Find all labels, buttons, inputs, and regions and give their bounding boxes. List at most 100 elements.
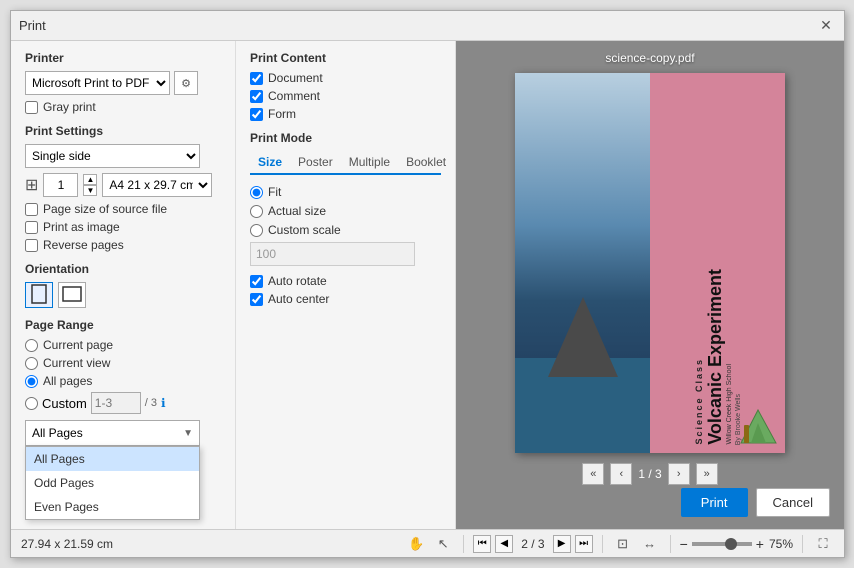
current-page-radio[interactable] xyxy=(25,339,38,352)
page-range-title: Page Range xyxy=(25,318,221,332)
hand-tool-button[interactable]: ✋ xyxy=(405,533,427,555)
all-pages-radio[interactable] xyxy=(25,375,38,388)
reverse-pages-label: Reverse pages xyxy=(43,238,124,252)
actual-size-row: Actual size xyxy=(250,204,441,218)
page-size-checkbox[interactable] xyxy=(25,203,38,216)
cover-pink: Science Class Volcanic Experiment Willow… xyxy=(650,73,785,453)
paper-select[interactable]: A4 21 x 29.7 cm Letter A3 xyxy=(102,173,212,197)
copies-up-button[interactable]: ▲ xyxy=(83,174,97,185)
comment-checkbox[interactable] xyxy=(250,90,263,103)
landscape-icon xyxy=(62,286,82,305)
cover-subtitle: Science Class xyxy=(694,358,704,445)
dropdown-item-odd[interactable]: Odd Pages xyxy=(26,471,199,495)
zoom-slider[interactable] xyxy=(692,542,752,546)
preview-panel: science-copy.pdf Science Class Volcanic … xyxy=(456,41,844,529)
all-pages-label: All pages xyxy=(43,374,92,388)
reverse-pages-checkbox[interactable] xyxy=(25,239,38,252)
gray-print-row: Gray print xyxy=(25,100,221,114)
portrait-button[interactable] xyxy=(25,282,53,308)
copies-down-button[interactable]: ▼ xyxy=(83,185,97,196)
dialog-close-button[interactable]: ✕ xyxy=(816,16,836,36)
copies-input[interactable] xyxy=(43,173,78,197)
bottom-prev-page[interactable]: ◀ xyxy=(495,535,513,553)
actual-size-label: Actual size xyxy=(268,204,326,218)
print-as-image-label: Print as image xyxy=(43,220,120,234)
current-view-radio[interactable] xyxy=(25,357,38,370)
all-pages-dropdown-container: All Pages ▼ All Pages Odd Pages Even Pag… xyxy=(25,420,221,446)
fullscreen-button[interactable]: ⛶ xyxy=(812,533,834,555)
preview-filename: science-copy.pdf xyxy=(605,51,694,65)
side-select[interactable]: Single side Both sides - flip on long ed… xyxy=(25,144,200,168)
print-content-title: Print Content xyxy=(250,51,441,65)
printer-section-title: Printer xyxy=(25,51,221,65)
cover-photo xyxy=(515,73,650,453)
document-label: Document xyxy=(268,71,323,85)
bottom-bar: 27.94 x 21.59 cm ✋ ↖ ⏮ ◀ 2 / 3 ▶ ⏭ ⊡ ↔ −… xyxy=(11,529,844,557)
tab-poster[interactable]: Poster xyxy=(290,151,341,175)
comment-label: Comment xyxy=(268,89,320,103)
landscape-button[interactable] xyxy=(58,282,86,308)
cancel-button[interactable]: Cancel xyxy=(756,488,830,517)
zoom-plus-icon: + xyxy=(756,536,764,552)
reverse-pages-row: Reverse pages xyxy=(25,238,221,252)
dropdown-item-even[interactable]: Even Pages xyxy=(26,495,199,519)
bottom-next-page[interactable]: ▶ xyxy=(553,535,571,553)
scale-input xyxy=(250,242,415,266)
form-checkbox[interactable] xyxy=(250,108,263,121)
zoom-bar: − + xyxy=(680,536,764,552)
print-mode-title: Print Mode xyxy=(250,131,441,145)
next-page-button[interactable]: › xyxy=(668,463,690,485)
portrait-icon xyxy=(31,284,47,307)
document-checkbox[interactable] xyxy=(250,72,263,85)
printer-settings-button[interactable]: ⚙ xyxy=(174,71,198,95)
form-label: Form xyxy=(268,107,296,121)
action-row: Print Cancel xyxy=(681,488,830,517)
print-as-image-row: Print as image xyxy=(25,220,221,234)
fit-page-button[interactable]: ⊡ xyxy=(612,533,634,555)
print-mode-tabs: Size Poster Multiple Booklet xyxy=(250,151,441,175)
custom-range-input[interactable] xyxy=(91,392,141,414)
cover-school: Willow Creek High School xyxy=(726,364,733,445)
zoom-minus-icon: − xyxy=(680,536,688,552)
zoom-thumb xyxy=(725,538,737,550)
all-pages-dropdown-button[interactable]: All Pages ▼ xyxy=(25,420,200,446)
bottom-first-page[interactable]: ⏮ xyxy=(473,535,491,553)
custom-scale-label: Custom scale xyxy=(268,223,341,237)
auto-center-checkbox[interactable] xyxy=(250,293,263,306)
page-count: / 3 xyxy=(145,397,157,409)
dialog-titlebar: Print ✕ xyxy=(11,11,844,41)
print-as-image-checkbox[interactable] xyxy=(25,221,38,234)
tab-size[interactable]: Size xyxy=(250,151,290,175)
auto-rotate-label: Auto rotate xyxy=(268,274,327,288)
tab-booklet[interactable]: Booklet xyxy=(398,151,454,175)
fit-radio[interactable] xyxy=(250,186,263,199)
custom-radio[interactable] xyxy=(25,397,38,410)
bottom-tools: ✋ ↖ ⏮ ◀ 2 / 3 ▶ ⏭ ⊡ ↔ − + 75% xyxy=(405,533,834,555)
book-cover: Science Class Volcanic Experiment Willow… xyxy=(515,73,785,453)
separator-3 xyxy=(670,535,671,553)
auto-rotate-row: Auto rotate xyxy=(250,274,441,288)
preview-nav: « ‹ 1 / 3 › » xyxy=(582,463,717,485)
fit-width-button[interactable]: ↔ xyxy=(639,533,661,555)
prev-page-button[interactable]: ‹ xyxy=(610,463,632,485)
print-settings-title: Print Settings xyxy=(25,124,221,138)
custom-label: Custom xyxy=(42,396,87,411)
cover-title: Volcanic Experiment xyxy=(706,269,724,445)
fit-row: Fit xyxy=(250,185,441,199)
cursor-tool-button[interactable]: ↖ xyxy=(432,533,454,555)
page-size-row: Page size of source file xyxy=(25,202,221,216)
printer-select-row: Microsoft Print to PDF ⚙ xyxy=(25,71,221,95)
info-icon: ℹ xyxy=(161,396,166,410)
separator-1 xyxy=(463,535,464,553)
custom-scale-radio[interactable] xyxy=(250,224,263,237)
dropdown-item-all[interactable]: All Pages xyxy=(26,447,199,471)
tab-multiple[interactable]: Multiple xyxy=(341,151,398,175)
first-page-button[interactable]: « xyxy=(582,463,604,485)
last-page-button[interactable]: » xyxy=(696,463,718,485)
actual-size-radio[interactable] xyxy=(250,205,263,218)
bottom-last-page[interactable]: ⏭ xyxy=(575,535,593,553)
gray-print-checkbox[interactable] xyxy=(25,101,38,114)
printer-select[interactable]: Microsoft Print to PDF xyxy=(25,71,170,95)
auto-rotate-checkbox[interactable] xyxy=(250,275,263,288)
print-button[interactable]: Print xyxy=(681,488,748,517)
